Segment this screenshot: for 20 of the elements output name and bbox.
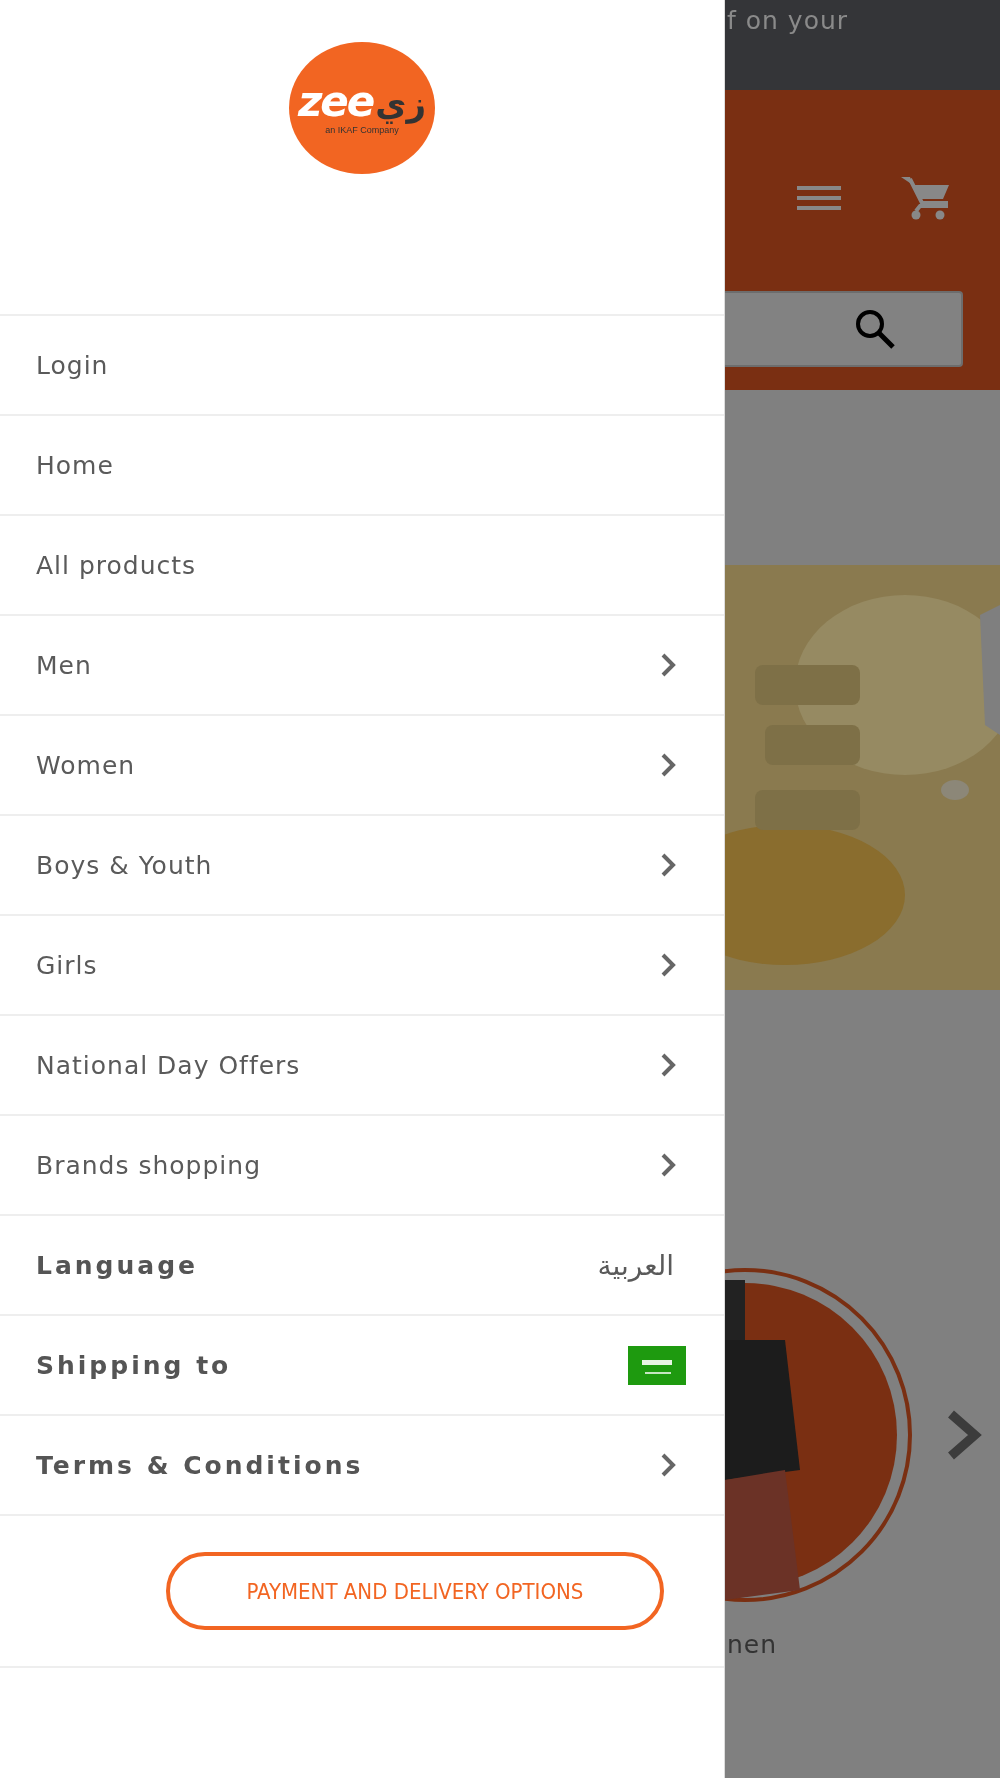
search-field[interactable] xyxy=(725,291,963,367)
settings-item[interactable]: Shipping to xyxy=(0,1316,724,1416)
menu-item[interactable]: Girls xyxy=(0,916,724,1016)
search-icon[interactable] xyxy=(853,307,897,351)
settings-item[interactable]: Terms & Conditions xyxy=(0,1416,724,1516)
announcement-text: f on your xyxy=(727,6,849,35)
flag-icon xyxy=(628,1345,686,1385)
category-caption: nen xyxy=(726,1630,779,1659)
menu-item[interactable]: Brands shopping xyxy=(0,1116,724,1216)
menu-item[interactable]: National Day Offers xyxy=(0,1016,724,1116)
menu-item[interactable]: Men xyxy=(0,616,724,716)
menu-item[interactable]: All products xyxy=(0,516,724,616)
menu-item[interactable]: Home xyxy=(0,416,724,516)
menu-item[interactable]: Boys & Youth xyxy=(0,816,724,916)
menu-item[interactable]: Women xyxy=(0,716,724,816)
logo-tagline: an IKAF Company xyxy=(325,125,399,135)
menu-item[interactable]: Login xyxy=(0,316,724,416)
menu-icon[interactable] xyxy=(797,184,841,212)
cart-icon[interactable] xyxy=(901,175,951,221)
logo-wordmark: zee xyxy=(297,81,374,123)
